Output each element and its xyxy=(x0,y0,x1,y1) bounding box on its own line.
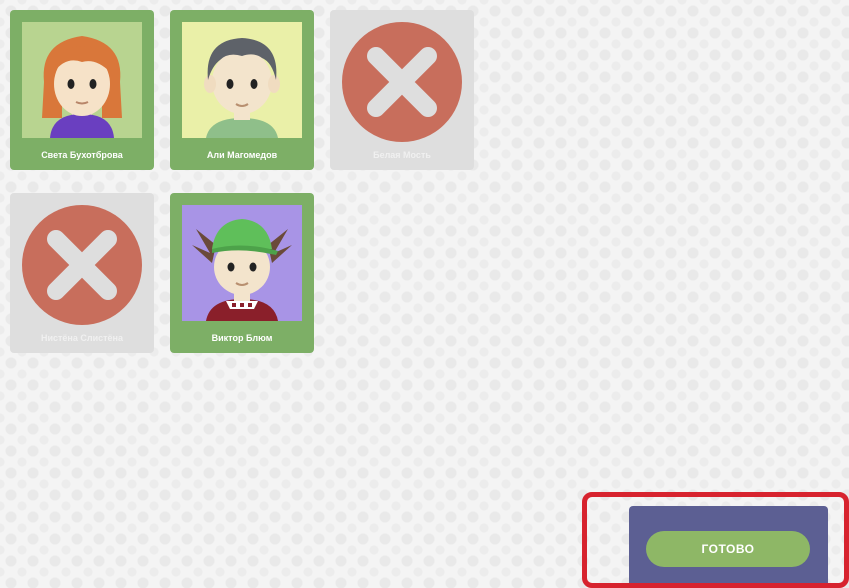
player-name: Белая Мость xyxy=(373,150,431,160)
boy-gray-hair-avatar xyxy=(182,22,302,138)
x-mark-icon xyxy=(342,22,462,142)
player-name: Али Магомедов xyxy=(206,150,278,160)
player-name: Виктор Блюм xyxy=(211,333,273,343)
player-card[interactable]: Света Бухотброва xyxy=(10,10,154,170)
player-card[interactable]: Виктор Блюм xyxy=(170,193,314,353)
girl-orange-hair-avatar xyxy=(22,22,142,138)
boy-green-cap-avatar xyxy=(182,205,302,321)
player-name: Света Бухотброва xyxy=(41,150,123,160)
x-mark-icon xyxy=(22,205,142,325)
player-name: Нистёна Слистёна xyxy=(40,333,123,343)
player-card[interactable]: Али Магомедов xyxy=(170,10,314,170)
highlight-frame xyxy=(582,492,849,588)
player-card-disabled[interactable]: Белая Мость xyxy=(330,10,474,170)
player-card-disabled[interactable]: Нистёна Слистёна xyxy=(10,193,154,353)
